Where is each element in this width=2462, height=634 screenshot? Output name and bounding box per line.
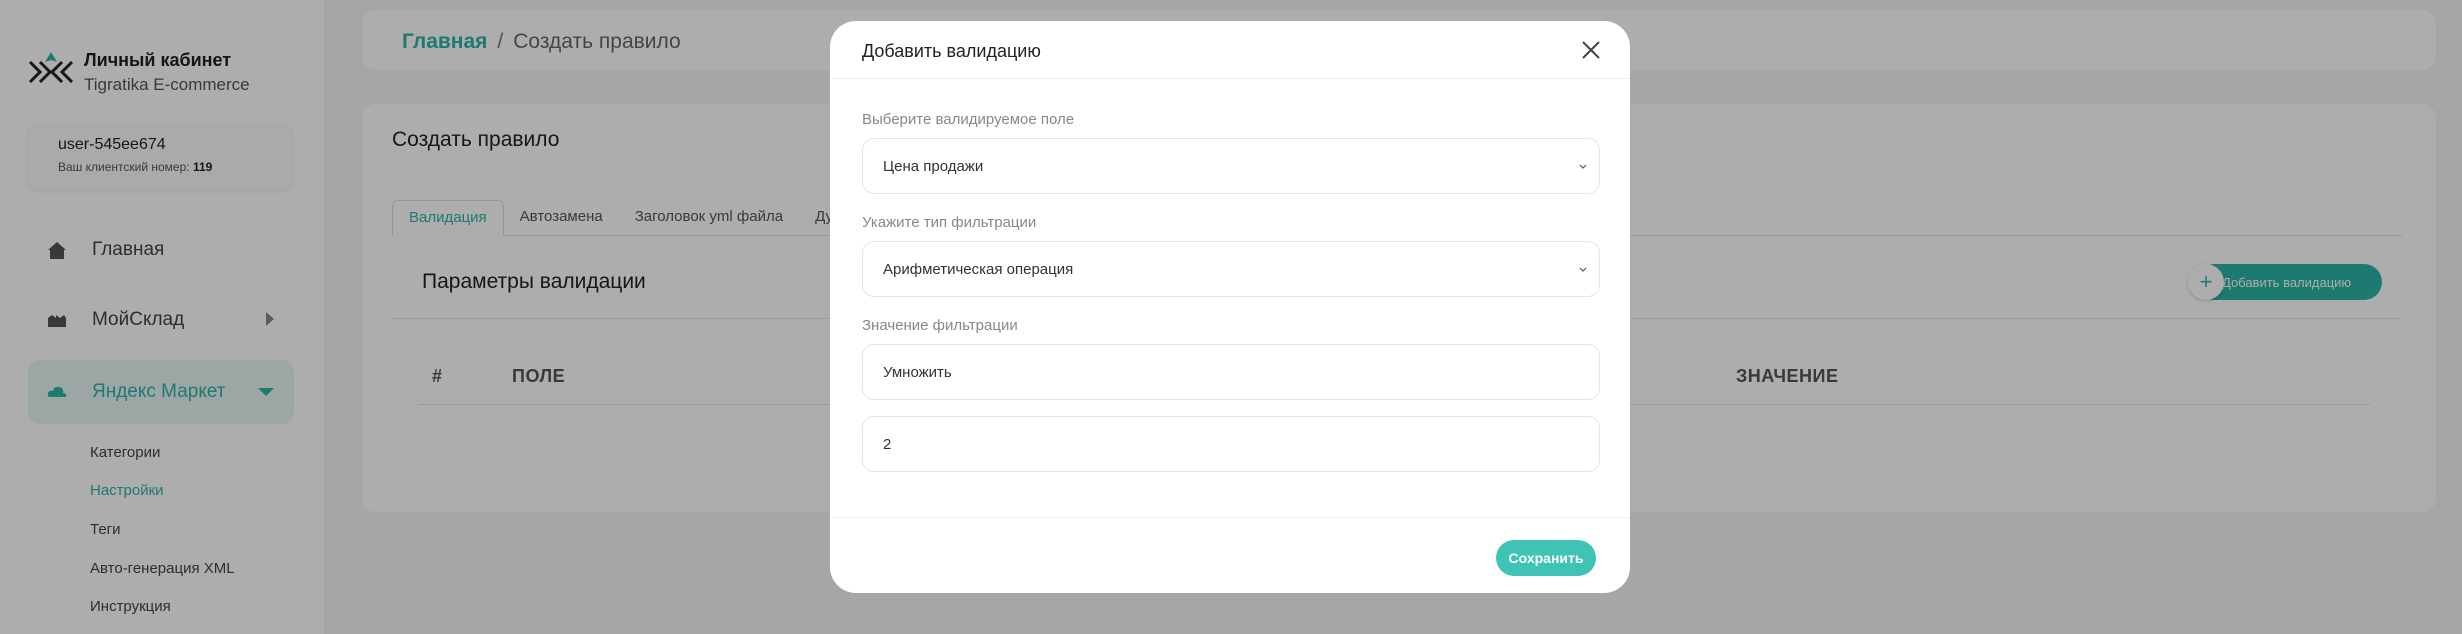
field-select-label: Выберите валидируемое поле (862, 111, 1075, 128)
modal-title: Добавить валидацию (862, 41, 1041, 61)
field-select-value: Цена продажи (883, 157, 984, 175)
filter-operation-value: Умножить (883, 363, 952, 381)
modal-footer-divider (830, 517, 1630, 518)
save-button[interactable]: Сохранить (1496, 540, 1596, 576)
filter-number-input[interactable]: 2 (862, 416, 1600, 472)
filter-type-label: Укажите тип фильтрации (862, 214, 1037, 231)
chevron-down-icon (1579, 267, 1587, 272)
close-icon[interactable] (1580, 39, 1602, 61)
modal-header: Добавить валидацию (830, 21, 1630, 79)
filter-type-select[interactable]: Арифметическая операция (862, 241, 1600, 297)
chevron-down-icon (1579, 164, 1587, 169)
add-validation-modal: Добавить валидацию Выберите валидируемое… (830, 21, 1630, 593)
filter-number-value: 2 (883, 435, 892, 453)
field-select[interactable]: Цена продажи (862, 138, 1600, 194)
filter-type-value: Арифметическая операция (883, 260, 1074, 278)
filter-value-label: Значение фильтрации (862, 317, 1018, 334)
filter-operation-field[interactable]: Умножить (862, 344, 1600, 400)
